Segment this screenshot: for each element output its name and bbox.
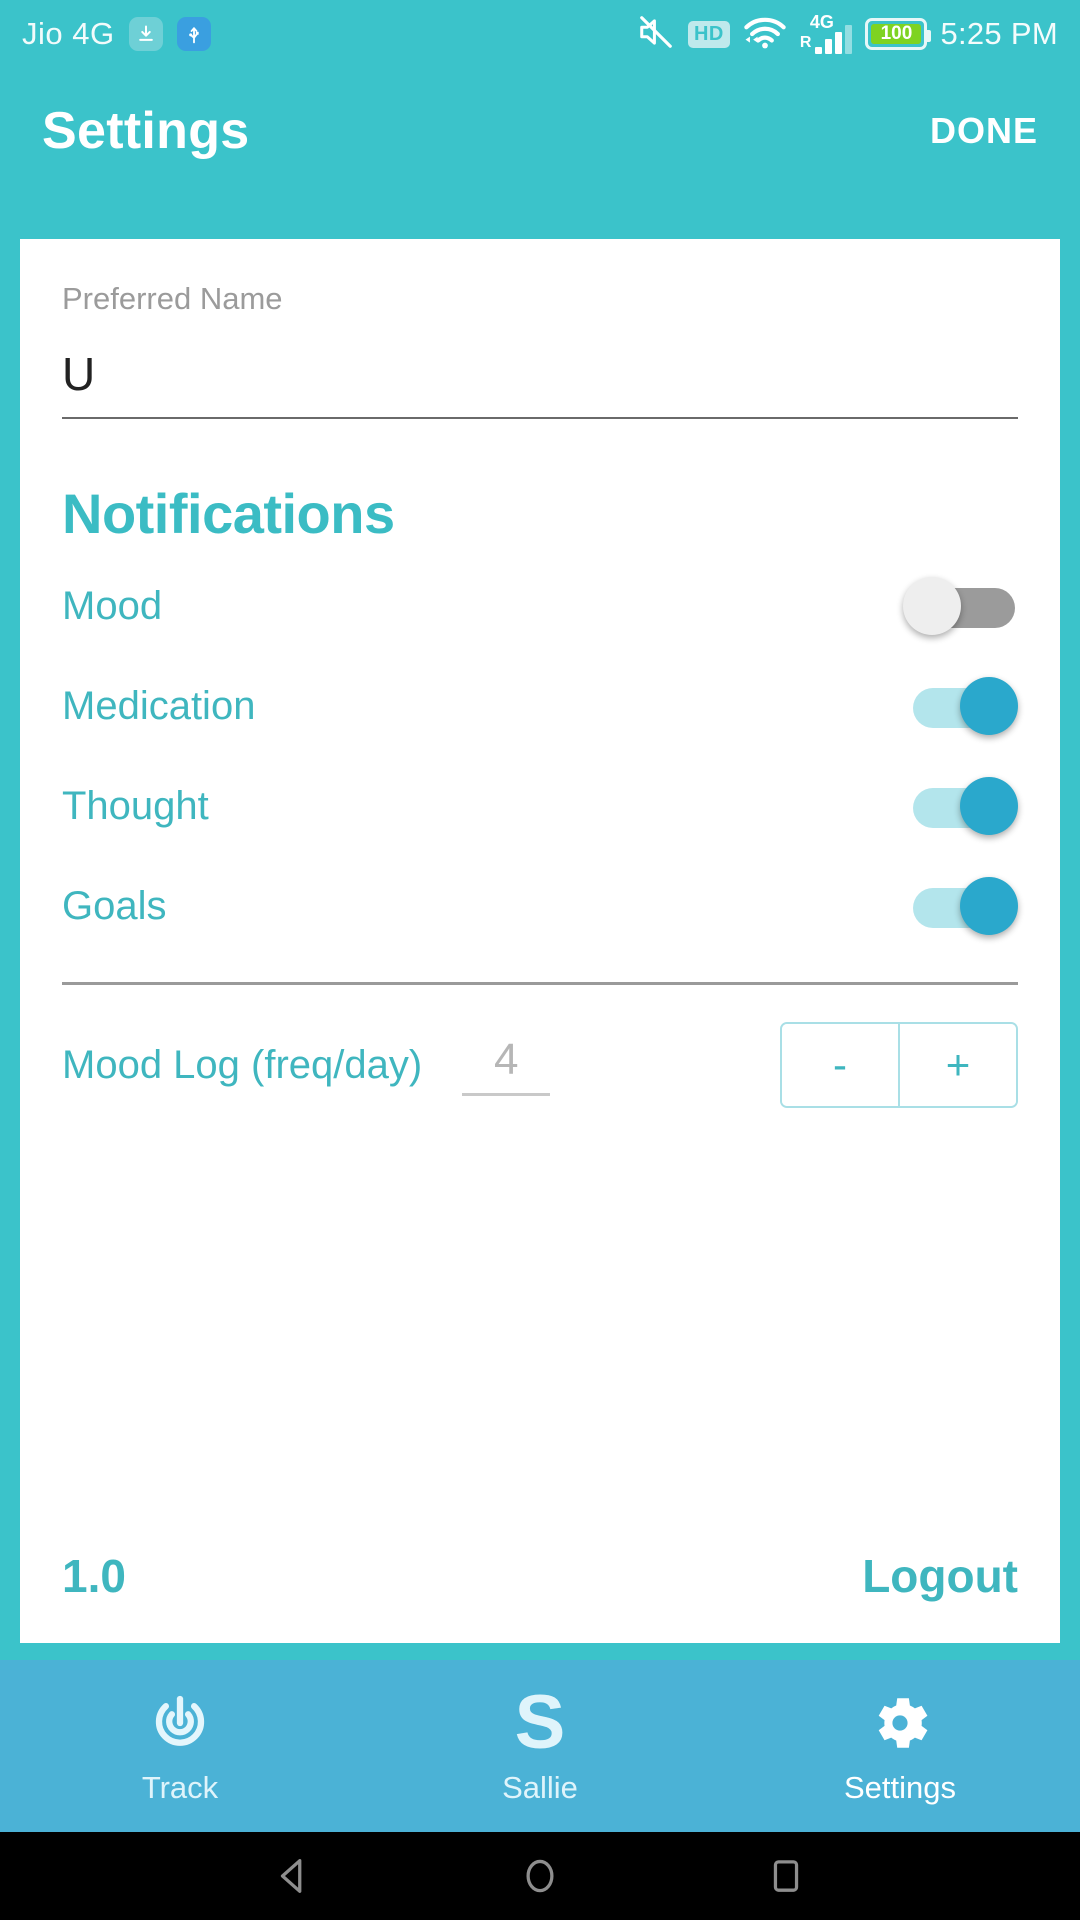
toggle-thought[interactable] [903,777,1018,835]
download-icon [128,17,163,51]
toggle-knob [960,677,1018,735]
hd-badge: HD [687,20,730,48]
increment-button[interactable]: + [898,1024,1016,1106]
tab-label: Settings [843,1770,956,1805]
preferred-name-label: Preferred Name [62,281,283,316]
tab-settings[interactable]: Settings [720,1660,1080,1832]
preferred-name-input[interactable]: U [62,317,1018,419]
settings-card: Preferred Name U Notifications Mood Medi… [20,239,1060,1643]
home-circle-icon[interactable] [517,1853,563,1899]
notification-row-thought: Thought [62,756,1018,856]
toggle-goals[interactable] [903,877,1018,935]
notification-label: Medication [62,683,256,728]
clock-label: 5:25 PM [940,16,1058,51]
toggle-medication[interactable] [903,677,1018,735]
wifi-icon [743,14,787,55]
bottom-tab-bar: Track S Sallie Settings [0,1660,1080,1832]
tab-label: Track [141,1770,219,1805]
decrement-button[interactable]: - [782,1024,898,1106]
app-version-label: 1.0 [62,1550,126,1602]
tab-sallie[interactable]: S Sallie [360,1660,720,1832]
notification-label: Goals [62,883,167,928]
app-header: Settings DONE [0,68,1080,194]
toggle-mood[interactable] [903,577,1018,635]
toggle-knob [903,577,961,635]
android-nav-bar [0,1832,1080,1920]
logout-button[interactable]: Logout [862,1549,1018,1603]
tab-track[interactable]: Track [0,1660,360,1832]
carrier-label: Jio 4G [22,16,115,51]
card-footer: 1.0 Logout [62,1549,1018,1603]
gear-icon [865,1686,935,1760]
sallie-s-icon: S [514,1680,566,1765]
done-button[interactable]: DONE [930,110,1038,152]
page-title: Settings [42,102,250,160]
notifications-heading: Notifications [62,482,395,545]
status-bar-right: HD 4G R 100 5:25 PM [637,12,1058,56]
mood-log-stepper: - + [780,1022,1018,1108]
battery-icon: 100 [865,18,932,50]
signal-bars-icon: 4G R [799,12,853,54]
mute-icon [637,13,675,56]
status-bar: Jio 4G HD 4G R 100 5:25 PM [0,0,1080,68]
tab-label: Sallie [502,1770,578,1805]
network-type-label: 4G [809,12,834,32]
notification-row-goals: Goals [62,856,1018,956]
battery-level-label: 100 [871,23,922,44]
mood-log-value-input[interactable]: 4 [462,1035,551,1096]
mood-log-row: Mood Log (freq/day) 4 - + [62,985,1018,1145]
notification-label: Thought [62,783,209,828]
status-bar-left: Jio 4G [22,16,211,52]
phone-screen: Jio 4G HD 4G R 100 5:25 PM Settings DONE… [0,0,1080,1920]
back-triangle-icon[interactable] [271,1853,317,1899]
usb-icon [176,17,211,51]
notification-label: Mood [62,583,163,628]
toggle-knob [960,877,1018,935]
notification-row-mood: Mood [62,556,1018,656]
recents-square-icon[interactable] [763,1853,809,1899]
mood-log-label: Mood Log (freq/day) [62,1042,423,1087]
roaming-label: R [799,34,812,51]
toggle-knob [960,777,1018,835]
track-target-icon [144,1686,216,1760]
notification-row-medication: Medication [62,656,1018,756]
